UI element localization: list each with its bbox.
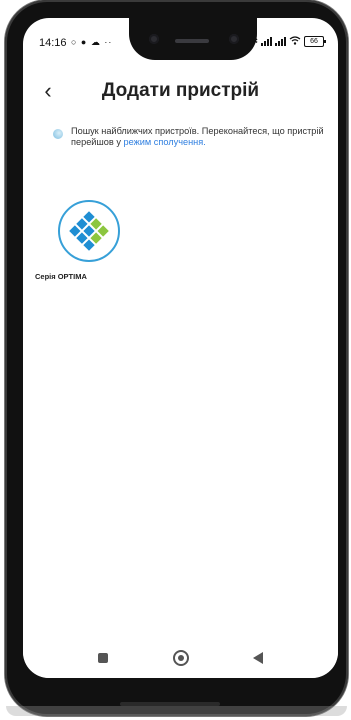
camera-icon bbox=[149, 34, 159, 44]
back-triangle-icon[interactable] bbox=[247, 646, 271, 670]
phone-frame: 14:16 ○ ● ☁ ·· ✱ 66 ‹ Додати пристрій bbox=[5, 0, 348, 716]
pairing-mode-link[interactable]: режим сполучення. bbox=[124, 137, 206, 147]
status-time: 14:16 bbox=[39, 37, 67, 49]
camera-notch bbox=[129, 18, 257, 60]
search-status: Пошук найближчих пристроїв. Переконайтес… bbox=[53, 126, 325, 148]
signal-icon-2 bbox=[275, 37, 286, 46]
battery-icon: 66 bbox=[304, 36, 326, 47]
wifi-icon bbox=[289, 36, 301, 47]
system-nav-bar bbox=[23, 638, 338, 678]
app-header: ‹ Додати пристрій bbox=[23, 74, 338, 108]
app-screen: 14:16 ○ ● ☁ ·· ✱ 66 ‹ Додати пристрій bbox=[23, 18, 338, 678]
searching-spinner-icon bbox=[53, 129, 63, 139]
device-name: Серія OPTIMA bbox=[35, 272, 87, 281]
speaker-grille bbox=[175, 39, 209, 43]
phone-chin-bar bbox=[120, 702, 220, 706]
signal-icon bbox=[261, 37, 272, 46]
home-button-icon[interactable] bbox=[169, 646, 193, 670]
optima-logo-icon bbox=[58, 200, 120, 262]
notification-icons: ○ ● ☁ ·· bbox=[71, 37, 113, 47]
page-title: Додати пристрій bbox=[101, 80, 260, 101]
recents-button-icon[interactable] bbox=[91, 646, 115, 670]
status-right-icons: ✱ 66 bbox=[250, 36, 326, 47]
sensor-icon bbox=[229, 34, 239, 44]
search-message: Пошук найближчих пристроїв. Переконайтес… bbox=[71, 126, 325, 148]
device-card-optima[interactable]: Серія OPTIMA bbox=[35, 200, 129, 281]
